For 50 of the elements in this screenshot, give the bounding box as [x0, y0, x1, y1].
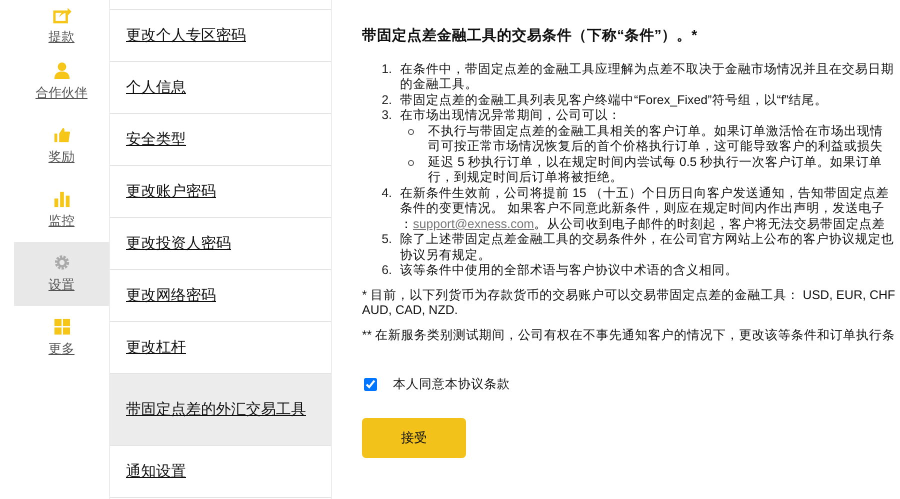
- text-line: 司可按正常市场情况恢复后的首个价格执行订单，这可能导致客户的利益或损失: [428, 139, 883, 155]
- text-line: 在市场出现情况异常期间，公司可以：: [400, 108, 621, 124]
- note-line: AUD, CAD, NZD.: [362, 303, 459, 319]
- text-line: 除了上述带固定点差金融工具的交易条件外，在公司官方网站上公布的客户协议规定也: [400, 232, 894, 248]
- text-line: 的金融工具。: [400, 77, 478, 93]
- nav-item[interactable]: 设置: [14, 242, 109, 306]
- text-line: 在新条件生效前，公司将提前 15 （十五）个日历日向客户发送通知，告知带固定点差: [400, 186, 889, 202]
- settings-menu-item[interactable]: 更改投资人密码: [110, 218, 331, 270]
- text-line: 。从公司收到电子邮件的时刻起，客户将无法交易带固定点差: [534, 216, 886, 232]
- nav-label: 奖励: [48, 148, 74, 166]
- grid-icon: [52, 318, 72, 336]
- settings-menu-item[interactable]: 更改个人专区密码: [110, 10, 331, 62]
- note-line: * 目前，以下列货币为存款货币的交易账户可以交易带固定点差的金融工具： USD, EUR, CHF: [362, 288, 896, 304]
- item-number: 1.: [380, 62, 393, 78]
- item-number: 4.: [380, 186, 393, 202]
- bar-chart-icon: [52, 190, 72, 208]
- agree-checkbox[interactable]: [364, 378, 377, 392]
- text-line: 不执行与带固定点差的金融工具相关的客户订单。如果订单激活恰在市场出现情: [428, 124, 883, 140]
- bullet-icon: [408, 160, 414, 166]
- note-line: ** 在新服务类别测试期间，公司有权在不事先通知客户的情况下，更改该等条件和订单执行条: [362, 328, 896, 344]
- item-number: 5.: [380, 232, 393, 248]
- share-icon: [52, 6, 72, 24]
- item-number: 3.: [380, 108, 393, 124]
- settings-menu-item[interactable]: 安全类型: [110, 114, 331, 166]
- item-number: 2.: [380, 92, 393, 108]
- text-line: ：: [400, 216, 413, 232]
- nav-label: 合作伙伴: [36, 84, 88, 102]
- agree-label[interactable]: 本人同意本协议条款: [393, 375, 510, 394]
- nav-item[interactable]: 合作伙伴: [14, 50, 109, 114]
- text-line: 条件的变更情况。 如果客户不同意此新条件，则应在规定时间内作出声明，发送电子: [400, 201, 884, 217]
- settings-menu-item[interactable]: 通知设置: [110, 446, 331, 498]
- nav-label: 设置: [48, 276, 74, 294]
- settings-menu-item[interactable]: 更改网络密码: [110, 270, 331, 322]
- bullet-icon: [408, 128, 414, 135]
- person-icon: [52, 62, 72, 80]
- email-link[interactable]: support@exness.com: [413, 216, 534, 232]
- settings-menu-item[interactable]: 更改账户密码: [110, 166, 331, 218]
- section-title: 带固定点差金融工具的交易条件（下称“条件”）。*: [362, 26, 698, 46]
- text-line: 该等条件中使用的全部术语与客户协议中术语的含义相同。: [400, 263, 738, 279]
- text-line: 在条件中，带固定点差的金融工具应理解为点差不取决于金融市场情况并且在交易日期: [400, 62, 894, 78]
- text-line: 带固定点差的金融工具列表见客户终端中“Forex_Fixed”符号组，以“f”结尾。: [400, 92, 828, 108]
- thumbs-up-icon: [52, 126, 72, 144]
- settings-menu-item[interactable]: 带固定点差的外汇交易工具: [110, 374, 331, 446]
- settings-menu-item[interactable]: 个人信息: [110, 62, 331, 114]
- nav-item[interactable]: 奖励: [14, 114, 109, 178]
- accept-button[interactable]: 接受: [362, 418, 466, 458]
- text-line: 延迟 5 秒执行订单，以在规定时间内尝试每 0.5 秒执行一次客户订单。如果订单: [428, 154, 882, 170]
- text-line: 协议另有规定。: [400, 248, 491, 264]
- item-number: 6.: [380, 263, 393, 279]
- text-line: 行，到规定时间后订单将被拒绝。: [428, 170, 623, 186]
